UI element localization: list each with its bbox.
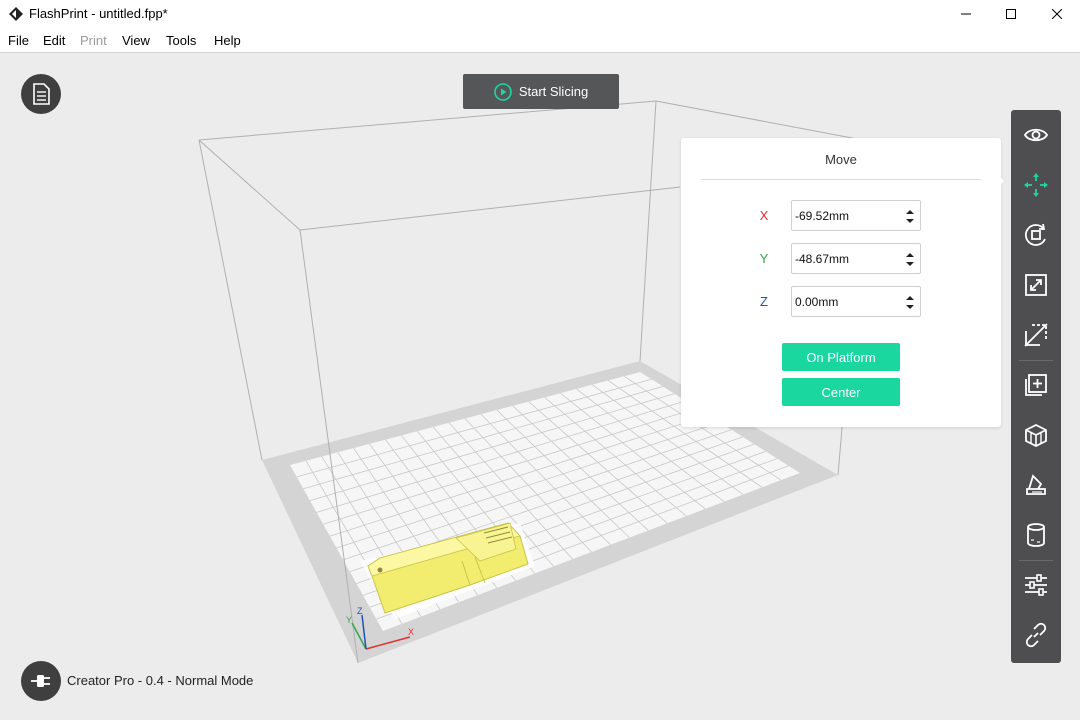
window-title: FlashPrint - untitled.fpp* [29, 6, 168, 21]
play-icon [494, 82, 512, 101]
spin-arrows-icon[interactable] [906, 209, 914, 224]
extruder-tool-button[interactable] [1011, 461, 1061, 509]
maximize-icon [1006, 9, 1016, 19]
rotate-icon [1024, 223, 1046, 246]
printer-status-text: Creator Pro - 0.4 - Normal Mode [67, 673, 254, 688]
menu-edit[interactable]: Edit [43, 33, 65, 48]
support-tool-button[interactable] [1011, 411, 1061, 459]
extruder-icon [1026, 474, 1046, 495]
y-position-input[interactable]: -48.67mm [791, 243, 921, 274]
eye-icon [1023, 128, 1049, 142]
move-panel-title: Move [825, 152, 857, 167]
move-tool-button[interactable] [1011, 161, 1061, 209]
cut-icon [1024, 323, 1048, 347]
document-icon [33, 83, 50, 105]
add-model-icon [1025, 374, 1047, 396]
app-window: FlashPrint - untitled.fpp* File Edit Pri… [0, 0, 1080, 720]
settings-tool-button[interactable] [1011, 561, 1061, 609]
add-model-tool-button[interactable] [1011, 361, 1061, 409]
panel-divider [701, 179, 981, 180]
link-tool-button[interactable] [1011, 611, 1061, 659]
spin-arrows-icon[interactable] [906, 295, 914, 310]
z-axis-label: Z [760, 294, 768, 309]
support-icon [1025, 423, 1047, 448]
close-icon [1052, 9, 1062, 19]
menu-print[interactable]: Print [80, 33, 107, 48]
x-axis-label: X [759, 208, 769, 223]
move-panel: Move X -69.52mm Y -48.67mm Z 0.00mm On P… [681, 138, 1004, 427]
rotate-tool-button[interactable] [1011, 211, 1061, 259]
scale-tool-button[interactable] [1011, 261, 1061, 309]
scale-icon [1025, 274, 1047, 296]
file-info-button[interactable] [21, 74, 61, 114]
x-position-value: -69.52mm [795, 209, 850, 223]
title-bar: FlashPrint - untitled.fpp* [0, 0, 1080, 28]
menu-tools[interactable]: Tools [166, 33, 196, 48]
right-toolbar [1011, 110, 1061, 663]
sliders-icon [1025, 574, 1047, 596]
cut-tool-button[interactable] [1011, 311, 1061, 359]
start-slicing-label: Start Slicing [518, 84, 589, 99]
move-icon [1024, 173, 1048, 197]
x-position-input[interactable]: -69.52mm [791, 200, 921, 231]
menu-view[interactable]: View [122, 33, 150, 48]
y-position-value: -48.67mm [795, 252, 850, 266]
3d-viewport[interactable]: X Y Z Start Slicing Creator Pro - 0.4 - … [0, 52, 1080, 720]
menu-bar: File Edit Print View Tools Help [0, 29, 1080, 53]
connect-printer-button[interactable] [21, 661, 61, 701]
plug-icon [31, 675, 50, 687]
maximize-button[interactable] [988, 0, 1034, 28]
flashprint-logo-icon [9, 7, 23, 21]
menu-file[interactable]: File [8, 33, 29, 48]
cylinder-icon [1027, 523, 1045, 547]
axis-z-label: Z [357, 606, 363, 616]
start-slicing-button[interactable]: Start Slicing [463, 74, 619, 109]
spin-arrows-icon[interactable] [906, 252, 914, 267]
raft-tool-button[interactable] [1011, 511, 1061, 559]
center-button[interactable]: Center [782, 378, 900, 406]
on-platform-button[interactable]: On Platform [782, 343, 900, 371]
minimize-button[interactable] [943, 0, 989, 28]
axis-y-label: Y [346, 615, 352, 625]
link-icon [1025, 622, 1047, 648]
minimize-icon [961, 13, 971, 15]
menu-help[interactable]: Help [214, 33, 241, 48]
z-position-input[interactable]: 0.00mm [791, 286, 921, 317]
close-button[interactable] [1034, 0, 1080, 28]
view-tool-button[interactable] [1011, 111, 1061, 159]
axis-x-label: X [408, 627, 414, 637]
z-position-value: 0.00mm [795, 295, 839, 309]
panel-pointer [997, 174, 1004, 188]
y-axis-label: Y [759, 251, 769, 266]
